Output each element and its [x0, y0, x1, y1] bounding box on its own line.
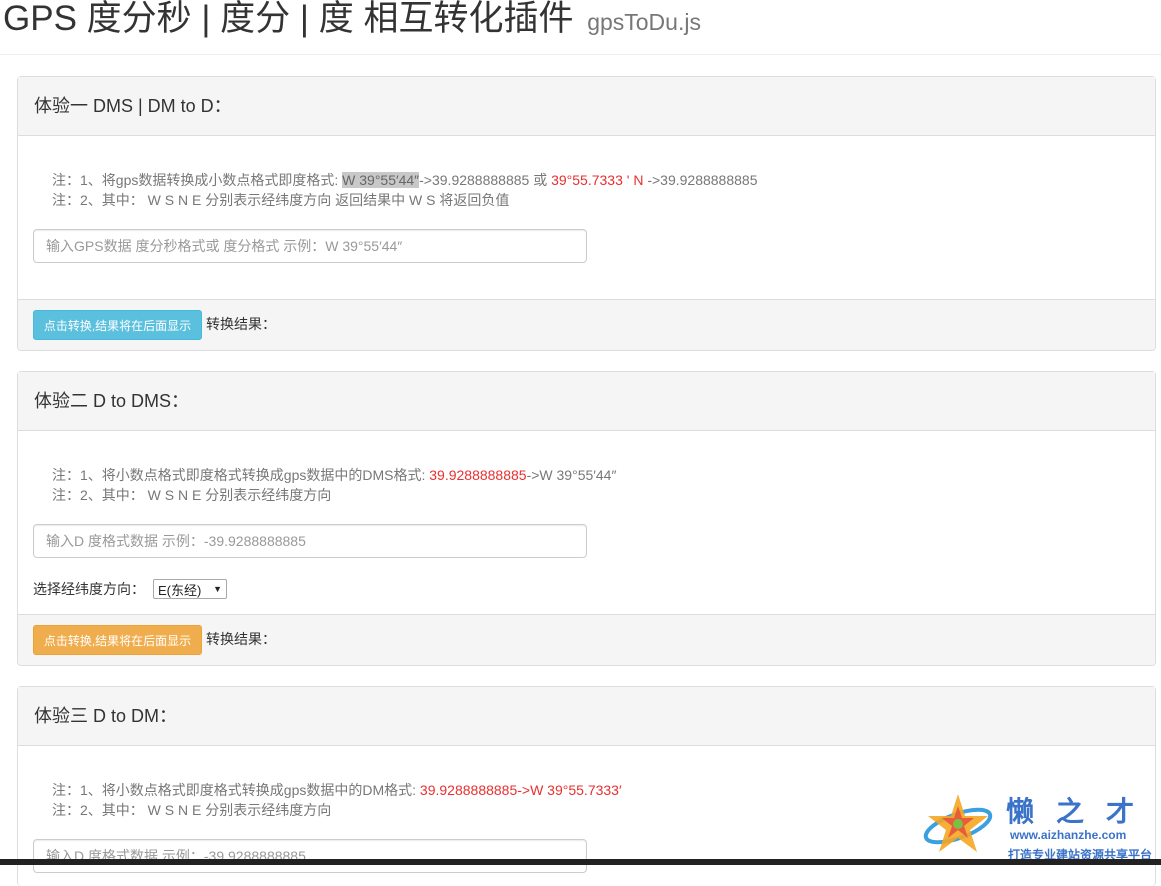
star-logo-icon	[923, 794, 993, 852]
watermark-name: 懒之才	[1006, 795, 1157, 828]
page-header: GPS 度分秒 | 度分 | 度 相互转化插件 gpsToDu.js	[0, 0, 1161, 55]
direction-label: 选择经纬度方向：	[33, 581, 145, 597]
panel-footer: 点击转换,结果将在后面显示 转换结果：	[18, 299, 1155, 350]
note-text: 注：1、将小数点格式即度格式转换成gps数据中的DMS格式:	[52, 467, 430, 483]
direction-row: 选择经纬度方向： E(东经) ▼	[33, 579, 227, 599]
degree-input[interactable]	[33, 524, 587, 558]
panel-dms-dm-to-d: 体验一 DMS | DM to D： 注：1、将gps数据转换成小数点格式即度格…	[17, 76, 1156, 351]
watermark-url: www.aizhanzhe.com	[1010, 828, 1127, 842]
page-title-text: GPS 度分秒 | 度分 | 度 相互转化插件	[3, 0, 574, 38]
note-line-1: 注：1、将gps数据转换成小数点格式即度格式: W 39°55′44″->39.…	[52, 170, 758, 190]
note-text: ->W 39°55′44″	[526, 467, 617, 483]
panel-heading: 体验三 D to DM：	[18, 687, 1155, 746]
note-red-text: 39.9288888885->W 39°55.7333′	[419, 782, 622, 798]
note-text: 注：1、将gps数据转换成小数点格式即度格式:	[52, 172, 343, 188]
page-subtitle: gpsToDu.js	[587, 9, 701, 35]
direction-select[interactable]: E(东经) ▼	[153, 579, 227, 599]
direction-select-value: E(东经)	[158, 582, 202, 598]
note-line-2: 注：2、其中： W S N E 分别表示经纬度方向	[52, 487, 332, 503]
panel-heading: 体验二 D to DMS：	[18, 372, 1155, 431]
result-label: 转换结果：	[206, 631, 276, 647]
note-text: ->39.9288888885 或	[419, 172, 552, 188]
note-line-1: 注：1、将小数点格式即度格式转换成gps数据中的DMS格式: 39.928888…	[52, 465, 616, 485]
gps-input[interactable]	[33, 229, 587, 263]
panel-notes: 注：1、将gps数据转换成小数点格式即度格式: W 39°55′44″->39.…	[52, 170, 758, 210]
note-text: ->39.9288888885	[643, 172, 758, 188]
note-red-text: 39.9288888885	[429, 467, 527, 483]
watermark: 懒之才 www.aizhanzhe.com 打造专业建站资源共享平台	[918, 788, 1161, 862]
panel-heading: 体验一 DMS | DM to D：	[18, 77, 1155, 136]
panel-d-to-dms: 体验二 D to DMS： 注：1、将小数点格式即度格式转换成gps数据中的DM…	[17, 371, 1156, 666]
bottom-bar	[0, 859, 1161, 865]
result-label: 转换结果：	[206, 316, 276, 332]
panel-notes: 注：1、将小数点格式即度格式转换成gps数据中的DMS格式: 39.928888…	[52, 465, 616, 505]
caret-down-icon: ▼	[213, 584, 222, 594]
convert-button[interactable]: 点击转换,结果将在后面显示	[33, 625, 202, 655]
panel-notes: 注：1、将小数点格式即度格式转换成gps数据中的DM格式: 39.9288888…	[52, 780, 622, 820]
note-text: 注：1、将小数点格式即度格式转换成gps数据中的DM格式:	[52, 782, 420, 798]
degree-input[interactable]	[33, 839, 587, 873]
note-line-2: 注：2、其中： W S N E 分别表示经纬度方向 返回结果中 W S 将返回负…	[52, 192, 510, 208]
note-line-2: 注：2、其中： W S N E 分别表示经纬度方向	[52, 802, 332, 818]
note-line-1: 注：1、将小数点格式即度格式转换成gps数据中的DM格式: 39.9288888…	[52, 780, 622, 800]
panel-footer: 点击转换,结果将在后面显示 转换结果：	[18, 614, 1155, 665]
page-title: GPS 度分秒 | 度分 | 度 相互转化插件 gpsToDu.js	[3, 0, 701, 42]
note-red-text: 39°55.7333 ' N	[551, 172, 644, 188]
note-highlight: W 39°55′44″	[342, 172, 420, 188]
convert-button[interactable]: 点击转换,结果将在后面显示	[33, 310, 202, 340]
